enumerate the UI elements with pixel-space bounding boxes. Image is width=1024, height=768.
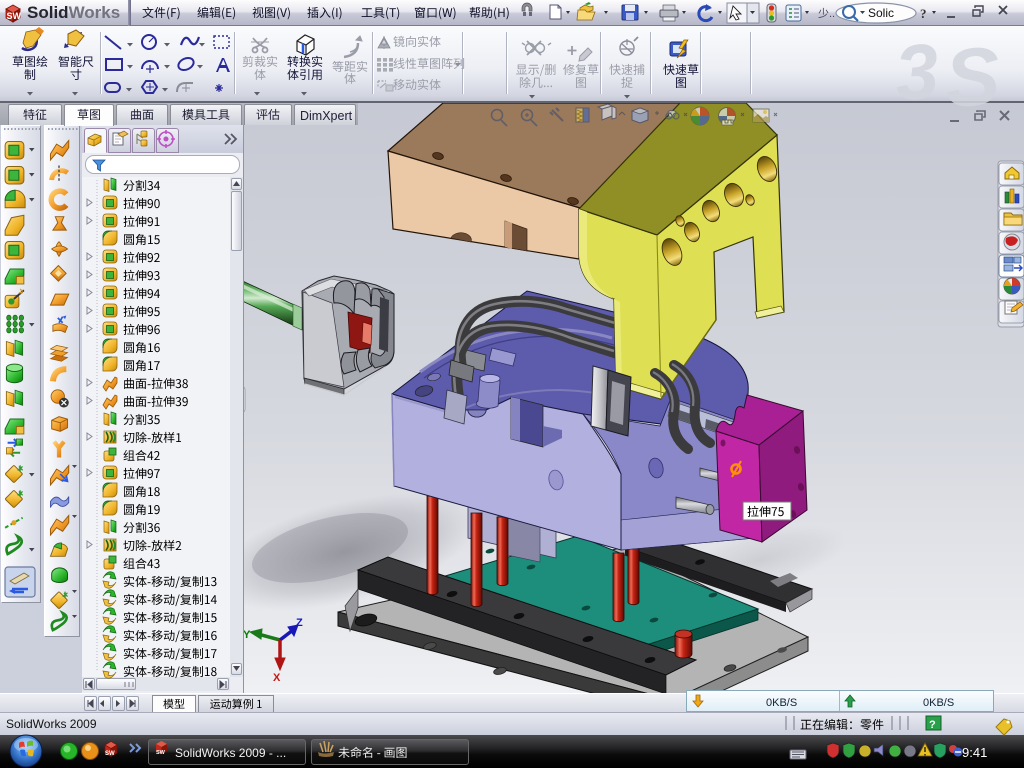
svg-text:S: S <box>942 30 1003 125</box>
svg-text:3: 3 <box>892 27 941 118</box>
svg-text:?: ? <box>920 6 927 21</box>
svg-text:少..: 少.. <box>818 7 835 20</box>
svg-text:SW: SW <box>7 11 22 21</box>
svg-text:SW: SW <box>156 750 166 756</box>
svg-text:0KB/S: 0KB/S <box>923 697 954 709</box>
svg-text:DimXpert: DimXpert <box>300 109 353 123</box>
svg-text:SolidWorks 2009 - ...: SolidWorks 2009 - ... <box>175 746 286 760</box>
svg-text:9:41: 9:41 <box>962 745 987 760</box>
svg-text:SW: SW <box>105 751 115 757</box>
svg-text:?: ? <box>929 719 936 731</box>
svg-text:Solic: Solic <box>868 6 894 20</box>
svg-text:0KB/S: 0KB/S <box>766 697 797 709</box>
